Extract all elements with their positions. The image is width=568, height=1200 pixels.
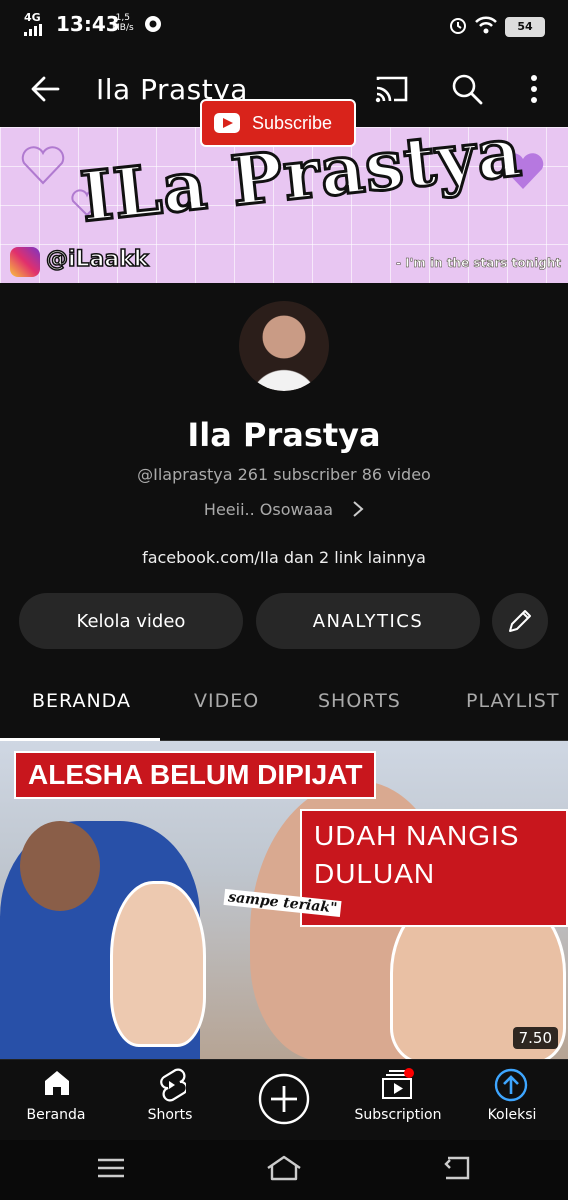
wifi-icon (475, 16, 497, 34)
network-speed: 1,5 MB/s (112, 13, 134, 33)
home-icon (45, 1071, 69, 1095)
nav-subscription-label: Subscription (354, 1107, 442, 1123)
manage-videos-button[interactable]: Kelola video (19, 593, 243, 649)
system-back-icon[interactable] (442, 1154, 472, 1182)
channel-links[interactable]: facebook.com/Ila dan 2 link lainnya (0, 548, 568, 567)
avatar[interactable] (239, 301, 329, 391)
edit-channel-button[interactable] (492, 593, 548, 649)
channel-name: Ila Prastya (187, 416, 381, 454)
analytics-button[interactable]: ANALYTICS (256, 593, 480, 649)
nav-create[interactable] (229, 1072, 339, 1130)
subscriptions-icon (382, 1068, 414, 1099)
create-plus-icon (258, 1073, 310, 1125)
video-duration: 7.50 (512, 1027, 558, 1049)
more-vert-icon[interactable] (524, 74, 544, 104)
thumbnail-title-line2b: DULUAN (314, 858, 436, 889)
system-home-icon[interactable] (266, 1154, 302, 1182)
banner-subscribe-graphic: Subscribe (200, 99, 356, 147)
channel-description-text: Heeii.. Osowaaa (203, 500, 333, 519)
tab-playlist[interactable]: PLAYLIST (466, 690, 559, 712)
thumbnail-title-line2a: UDAH NANGIS (314, 820, 520, 851)
system-navigation-bar (0, 1140, 568, 1200)
tab-shorts[interactable]: SHORTS (318, 690, 401, 712)
speed-value: 1,5 (115, 13, 130, 23)
thumbnail-title-line1: ALESHA BELUM DIPIJAT (14, 751, 377, 799)
library-icon (494, 1068, 528, 1102)
alarm-icon (450, 18, 466, 34)
instagram-icon (10, 247, 40, 277)
thumbnail-woman-head (20, 821, 100, 911)
tab-beranda[interactable]: BERANDA (32, 690, 131, 712)
cast-icon[interactable] (374, 74, 410, 104)
nav-shorts-label: Shorts (147, 1107, 193, 1123)
pencil-icon (509, 610, 531, 632)
nav-koleksi[interactable] (456, 1068, 566, 1106)
recents-menu-icon[interactable] (96, 1156, 126, 1180)
nav-koleksi-label: Koleksi (487, 1107, 537, 1123)
nav-shorts[interactable] (116, 1068, 226, 1106)
thumbnail-baby-left (110, 881, 206, 1047)
youtube-play-icon (214, 113, 240, 133)
battery-indicator: 54 (505, 17, 545, 37)
speed-unit: MB/s (112, 23, 134, 33)
chrome-icon (145, 16, 161, 32)
nav-subscription[interactable] (342, 1068, 452, 1104)
banner-tagline: - I'm in the stars tonight (396, 256, 562, 271)
nav-beranda[interactable] (2, 1068, 112, 1102)
tab-video[interactable]: VIDEO (194, 690, 259, 712)
clock: 13:43 (56, 12, 120, 36)
channel-description[interactable]: Heeii.. Osowaaa (0, 500, 568, 519)
search-icon[interactable] (450, 72, 484, 106)
back-arrow-icon[interactable] (28, 72, 62, 106)
status-bar: 4G 13:43 1,5 MB/s 54 (0, 0, 568, 50)
chevron-right-icon (353, 501, 364, 517)
banner-subscribe-label: Subscribe (252, 112, 333, 133)
shorts-icon (160, 1068, 188, 1102)
nav-beranda-label: Beranda (26, 1107, 86, 1123)
channel-meta: @Ilaprastya 261 subscriber 86 video (137, 465, 431, 484)
video-thumbnail[interactable]: ALESHA BELUM DIPIJAT UDAH NANGIS DULUAN … (0, 741, 568, 1059)
instagram-handle: @iLaakk (45, 246, 149, 273)
network-indicator: 4G (24, 11, 41, 24)
signal-icon (24, 24, 42, 36)
heart-outline-icon (21, 146, 65, 185)
